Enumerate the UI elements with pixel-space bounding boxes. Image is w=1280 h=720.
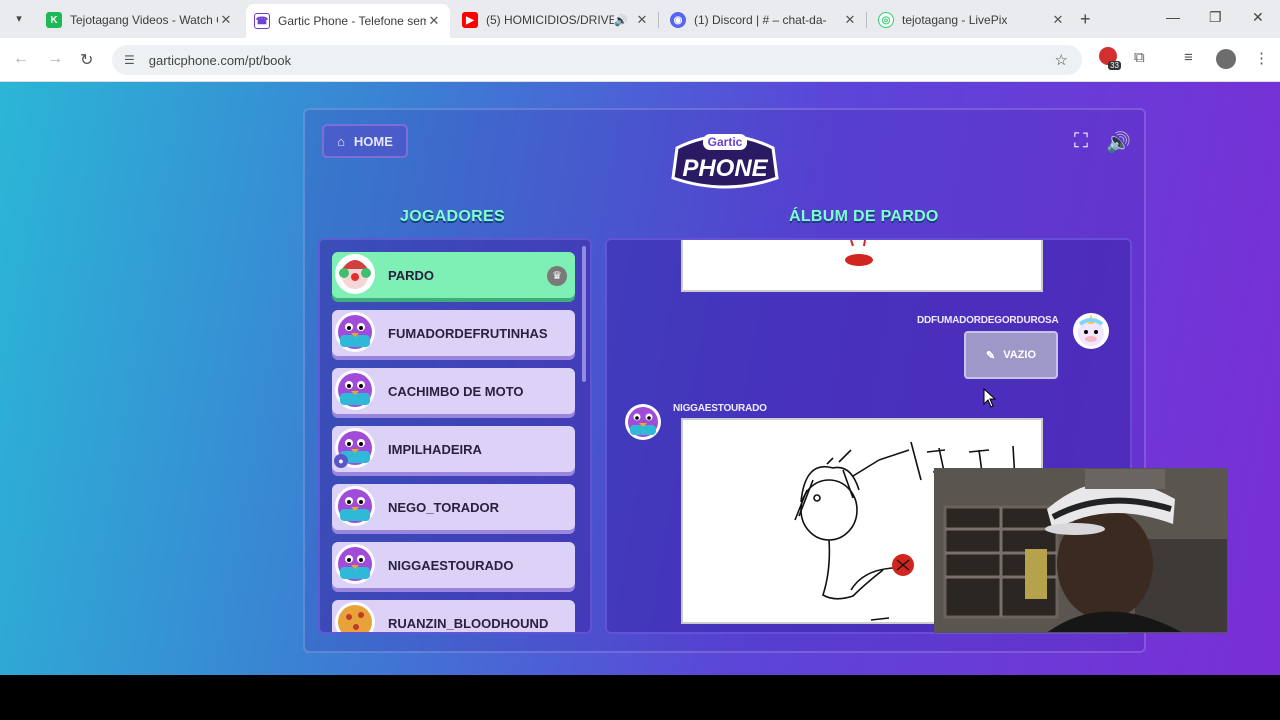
back-arrow-icon[interactable]: ← <box>13 50 29 68</box>
restore-icon[interactable]: ❐ <box>1209 9 1222 26</box>
tab-separator <box>866 12 867 28</box>
chrome-menu-icon[interactable]: ⋮ <box>1254 49 1269 67</box>
player-row: NEGO_TORADOR <box>332 484 575 530</box>
home-icon: ⌂ <box>337 133 345 149</box>
album-title: ÁLBUM DE PARDO <box>789 208 939 225</box>
tab-title: Tejotagang Videos - Watch C <box>70 13 218 27</box>
mouse-cursor-icon <box>983 388 997 408</box>
bottom-bar <box>0 675 1280 720</box>
red-blob-drawing <box>845 240 873 266</box>
livepix-icon: ◎ <box>878 12 894 28</box>
phone-icon: ☎ <box>254 13 270 29</box>
close-tab-icon[interactable]: ✕ <box>634 12 650 28</box>
extension-badge-icon[interactable]: 33 <box>1099 47 1121 70</box>
gartic-phone-logo: Gartic PHONE <box>671 134 779 189</box>
tab-title: Gartic Phone - Telefone sem <box>278 14 426 28</box>
player-row: FUMADORDEFRUTINHAS <box>332 310 575 356</box>
close-tab-icon[interactable]: ✕ <box>842 12 858 28</box>
reading-list-icon[interactable]: ≡ <box>1184 49 1193 66</box>
browser-tabbar: ▾ K Tejotagang Videos - Watch C ✕ ☎ Gart… <box>0 0 1280 38</box>
empty-guess-box: ✎ VAZIO <box>964 331 1058 379</box>
youtube-icon: ▶ <box>462 12 478 28</box>
browser-toolbar: ← → ↻ ☰ garticphone.com/pt/book ☆ 33 ⧉ ≡… <box>0 38 1280 82</box>
profile-avatar[interactable] <box>1216 49 1236 69</box>
player-row: RUANZIN_BLOODHOUND <box>332 600 575 632</box>
player-row: CACHIMBO DE MOTO <box>332 368 575 414</box>
speaker-icon[interactable]: 🔊 <box>614 14 628 27</box>
bird-avatar-icon <box>335 544 375 584</box>
webcam-feed-image <box>935 469 1227 632</box>
close-tab-icon[interactable]: ✕ <box>1050 12 1066 28</box>
tab-discord[interactable]: ◉ (1) Discord | # – chat-da- ✕ <box>662 6 866 34</box>
extension-badge-count: 33 <box>1108 61 1121 70</box>
discord-icon: ◉ <box>670 12 686 28</box>
tab-youtube-homicidios[interactable]: ▶ (5) HOMICIDIOS/DRIVE 🔊 ✕ <box>454 6 658 34</box>
pencil-icon: ✎ <box>985 349 996 362</box>
bird-avatar-icon <box>335 312 375 352</box>
unicorn-avatar-icon <box>1073 313 1109 349</box>
forward-arrow-icon[interactable]: → <box>47 50 63 68</box>
close-tab-icon[interactable]: ✕ <box>426 13 442 29</box>
reload-icon[interactable]: ↻ <box>80 50 93 70</box>
volume-icon[interactable]: 🔊 <box>1106 130 1131 155</box>
close-window-icon[interactable]: ✕ <box>1252 9 1264 26</box>
players-list[interactable]: PARDO ♛ FUMADORDEFRUTINHAS CACHIMBO DE M… <box>318 238 592 634</box>
players-scrollbar[interactable] <box>582 246 586 382</box>
site-info-icon[interactable]: ☰ <box>124 53 135 67</box>
bird-avatar-icon <box>625 404 661 440</box>
album-username: NIGGAESTOURADO <box>673 403 767 414</box>
player-name: IMPILHADEIRA <box>388 441 482 457</box>
players-title: JOGADORES <box>400 208 505 225</box>
bird-avatar-icon <box>335 486 375 526</box>
album-username: DDFUMADORDEGORDUROSA <box>917 315 1059 326</box>
player-name: FUMADORDEFRUTINHAS <box>388 325 548 341</box>
tab-search-chevron-icon[interactable]: ▾ <box>10 10 28 28</box>
close-tab-icon[interactable]: ✕ <box>218 12 234 28</box>
player-name: PARDO <box>388 267 434 283</box>
address-bar[interactable]: ☰ garticphone.com/pt/book ☆ <box>112 45 1082 75</box>
crown-icon: ♛ <box>547 266 567 286</box>
tab-livepix[interactable]: ◎ tejotagang - LivePix ✕ <box>870 6 1074 34</box>
tab-tejotagang-videos[interactable]: K Tejotagang Videos - Watch C ✕ <box>38 6 242 34</box>
tab-title: (5) HOMICIDIOS/DRIVE <box>486 13 615 27</box>
bookmark-star-icon[interactable]: ☆ <box>1055 51 1068 69</box>
player-name: NIGGAESTOURADO <box>388 557 514 573</box>
pizza-avatar-icon <box>335 602 375 632</box>
extensions-puzzle-icon[interactable]: ⧉ <box>1134 49 1145 66</box>
player-name: NEGO_TORADOR <box>388 499 499 515</box>
player-name: RUANZIN_BLOODHOUND <box>388 615 549 631</box>
logo-gartic-text: Gartic <box>708 135 743 149</box>
clown-avatar-icon <box>335 254 375 294</box>
logo-phone-text: PHONE <box>682 155 768 182</box>
bird-avatar-icon <box>335 370 375 410</box>
minimize-icon[interactable]: — <box>1166 9 1180 25</box>
url-text[interactable]: garticphone.com/pt/book <box>149 53 291 68</box>
home-label: HOME <box>353 133 393 149</box>
player-row: ● IMPILHADEIRA <box>332 426 575 472</box>
tab-gartic-phone[interactable]: ☎ Gartic Phone - Telefone sem ✕ <box>246 4 450 38</box>
webcam-overlay <box>934 468 1228 633</box>
home-button[interactable]: ⌂ HOME <box>322 124 408 158</box>
player-row-host: PARDO ♛ <box>332 252 575 298</box>
tab-separator <box>658 12 659 28</box>
player-name: CACHIMBO DE MOTO <box>388 383 524 399</box>
empty-label: VAZIO <box>1003 349 1036 361</box>
user-badge-icon: ● <box>334 454 348 468</box>
new-tab-plus-icon[interactable]: + <box>1080 9 1091 30</box>
tab-title: (1) Discord | # – chat-da- <box>694 13 827 27</box>
tab-title: tejotagang - LivePix <box>902 13 1008 27</box>
k-favicon-icon: K <box>46 12 62 28</box>
player-row: NIGGAESTOURADO <box>332 542 575 588</box>
fullscreen-icon[interactable]: ⛶ <box>1074 130 1088 153</box>
drawing-card-previous <box>681 240 1043 292</box>
